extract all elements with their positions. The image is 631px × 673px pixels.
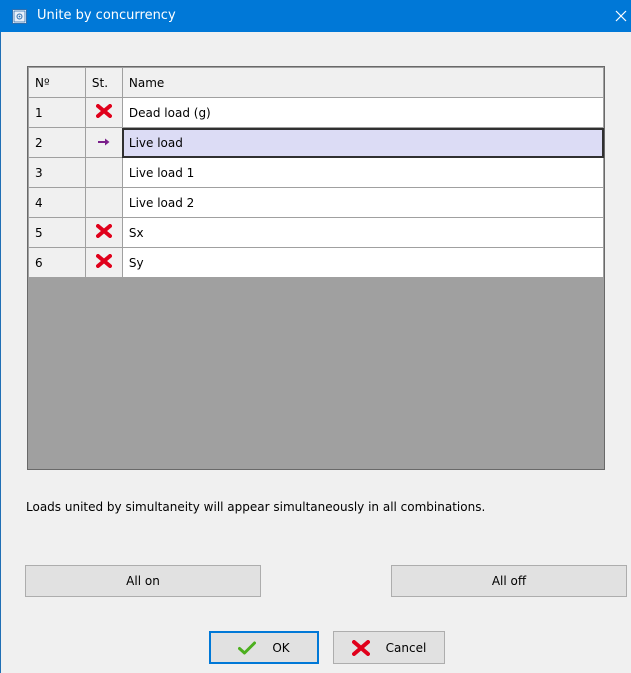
row-status[interactable] (84, 247, 123, 278)
all-on-button[interactable]: All on (25, 565, 261, 597)
header-name[interactable]: Name (121, 67, 605, 98)
app-icon (12, 9, 27, 24)
table-row[interactable]: 2 Live load (28, 127, 605, 158)
ok-button[interactable]: OK (209, 631, 319, 664)
all-off-button[interactable]: All off (391, 565, 627, 597)
row-number: 2 (28, 127, 86, 158)
row-number: 4 (28, 187, 86, 218)
row-status[interactable] (84, 217, 123, 248)
window-title: Unite by concurrency (37, 8, 176, 23)
table-row[interactable]: 5 Sx (28, 217, 605, 248)
load-grid[interactable]: Nº St. Name 1 Dead load (g) 2 Live load 3 Liv… (27, 66, 605, 470)
row-name[interactable]: Live load 2 (121, 187, 605, 218)
header-status[interactable]: St. (84, 67, 123, 98)
row-number: 1 (28, 97, 86, 128)
ok-label: OK (272, 640, 290, 655)
red-x-icon (95, 224, 112, 238)
row-number: 5 (28, 217, 86, 248)
title-bar: Unite by concurrency (0, 0, 631, 32)
table-row[interactable]: 4 Live load 2 (28, 187, 605, 218)
table-row[interactable]: 3 Live load 1 (28, 157, 605, 188)
table-row[interactable]: 1 Dead load (g) (28, 97, 605, 128)
cancel-icon (351, 639, 370, 656)
cancel-label: Cancel (385, 640, 427, 655)
close-icon (615, 10, 627, 22)
table-row[interactable]: 6 Sy (28, 247, 605, 278)
all-off-label: All off (491, 574, 527, 588)
row-name[interactable]: Sy (121, 247, 605, 278)
row-name[interactable]: Live load 1 (121, 157, 605, 188)
header-number[interactable]: Nº (28, 67, 86, 98)
red-x-icon (95, 104, 112, 118)
row-name[interactable]: Dead load (g) (121, 97, 605, 128)
info-text: Loads united by simultaneity will appear… (26, 500, 486, 514)
purple-arrow-icon (97, 137, 111, 147)
load-table: Nº St. Name 1 Dead load (g) 2 Live load 3 Liv… (28, 67, 605, 278)
row-status[interactable] (84, 187, 123, 218)
row-status[interactable] (84, 127, 123, 158)
all-on-label: All on (126, 574, 160, 588)
row-status[interactable] (84, 97, 123, 128)
cancel-button[interactable]: Cancel (333, 631, 445, 664)
red-x-icon (95, 254, 112, 268)
row-status[interactable] (84, 157, 123, 188)
row-number: 6 (28, 247, 86, 278)
row-name[interactable]: Live load (121, 127, 605, 158)
checkmark-icon (238, 641, 257, 655)
row-name[interactable]: Sx (121, 217, 605, 248)
row-number: 3 (28, 157, 86, 188)
close-button[interactable] (611, 0, 631, 32)
